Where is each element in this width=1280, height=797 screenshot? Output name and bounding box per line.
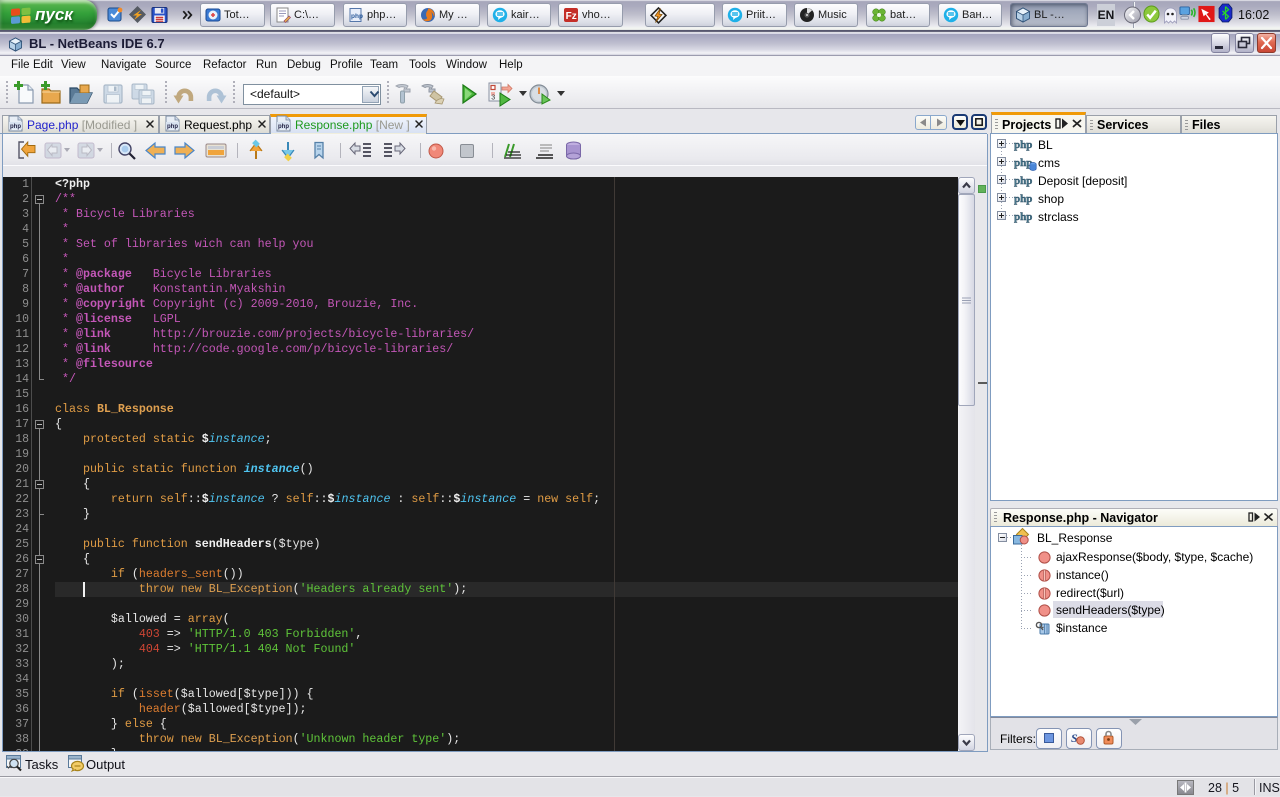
svg-text:php: php [278,124,289,130]
svg-text:php: php [1014,193,1032,205]
svg-text:php: php [1014,211,1032,223]
svg-text:php: php [1014,175,1032,187]
svg-text:php: php [10,124,21,130]
svg-text:php: php [167,124,178,130]
svg-text:3: 3 [491,95,495,102]
svg-text:Fz: Fz [566,11,577,22]
svg-text:php: php [351,13,363,20]
svg-text:php: php [1014,139,1032,151]
